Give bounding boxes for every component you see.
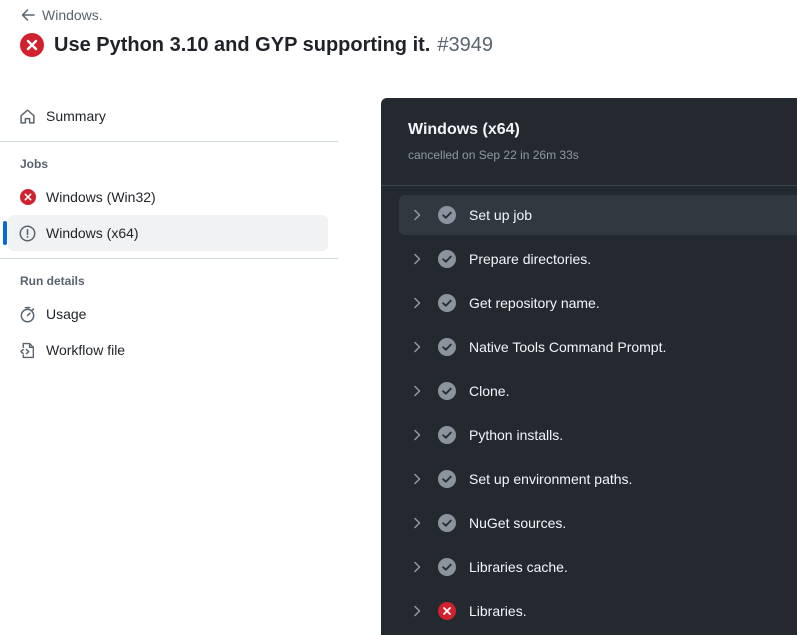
job-step[interactable]: Prepare directories. xyxy=(399,239,797,279)
job-step-label: Set up job xyxy=(469,207,533,223)
chevron-right-icon xyxy=(412,296,422,310)
run-number: #3949 xyxy=(437,33,493,56)
x-circle-icon xyxy=(19,189,36,206)
job-step-label: Prepare directories. xyxy=(469,251,592,267)
sidebar: Summary Jobs Windows (Win32) Windows (x6… xyxy=(0,98,338,368)
job-step[interactable]: Set up environment paths. xyxy=(399,459,797,499)
chevron-right-icon xyxy=(412,384,422,398)
run-details-heading: Run details xyxy=(20,274,85,288)
page-title: Use Python 3.10 and GYP supporting it. #… xyxy=(20,33,493,57)
x-circle-icon xyxy=(20,33,44,57)
job-step-label: Native Tools Command Prompt. xyxy=(469,339,667,355)
back-link-label: Windows. xyxy=(42,7,103,23)
chevron-right-icon xyxy=(412,340,422,354)
job-step-label: Libraries. xyxy=(469,603,527,619)
sidebar-item-label: Windows (Win32) xyxy=(46,189,156,205)
job-step[interactable]: NuGet sources. xyxy=(399,503,797,543)
job-step-label: Libraries cache. xyxy=(469,559,568,575)
jobs-heading: Jobs xyxy=(20,157,49,171)
x-circle-icon xyxy=(438,602,456,620)
check-circle-icon xyxy=(438,558,456,576)
arrow-left-icon xyxy=(21,9,35,21)
check-circle-icon xyxy=(438,382,456,400)
job-subtitle: cancelled on Sep 22 in 26m 33s xyxy=(408,148,579,162)
sidebar-item-job-win32[interactable]: Windows (Win32) xyxy=(8,179,328,215)
step-list: Set up job Prepare directories. Get reposi… xyxy=(381,186,797,631)
divider xyxy=(0,258,338,259)
job-log-panel: Windows (x64) cancelled on Sep 22 in 26m… xyxy=(381,98,797,635)
check-circle-icon xyxy=(438,338,456,356)
sidebar-item-job-x64[interactable]: Windows (x64) xyxy=(3,215,328,251)
job-step[interactable]: Get repository name. xyxy=(399,283,797,323)
check-circle-icon xyxy=(438,426,456,444)
check-circle-icon xyxy=(438,250,456,268)
sidebar-item-workflow-file[interactable]: Workflow file xyxy=(8,332,328,368)
stopwatch-icon xyxy=(19,306,36,323)
sidebar-item-label: Usage xyxy=(46,306,87,322)
chevron-right-icon xyxy=(412,208,422,222)
job-step-label: Clone. xyxy=(469,383,510,399)
job-step[interactable]: Libraries. xyxy=(399,591,797,631)
job-header: Windows (x64) cancelled on Sep 22 in 26m… xyxy=(381,98,797,186)
check-circle-icon xyxy=(438,514,456,532)
back-link[interactable]: Windows. xyxy=(20,5,103,25)
alert-circle-icon xyxy=(19,225,36,242)
run-title: Use Python 3.10 and GYP supporting it. xyxy=(54,33,431,56)
chevron-right-icon xyxy=(412,560,422,574)
home-icon xyxy=(19,108,36,125)
job-step-label: NuGet sources. xyxy=(469,515,567,531)
job-step[interactable]: Native Tools Command Prompt. xyxy=(399,327,797,367)
chevron-right-icon xyxy=(412,428,422,442)
job-step[interactable]: Libraries cache. xyxy=(399,547,797,587)
job-step[interactable]: Set up job xyxy=(399,195,797,235)
file-code-icon xyxy=(19,342,36,359)
divider xyxy=(0,141,338,142)
chevron-right-icon xyxy=(412,252,422,266)
sidebar-item-label: Summary xyxy=(46,108,106,124)
job-step-label: Set up environment paths. xyxy=(469,471,633,487)
chevron-right-icon xyxy=(412,604,422,618)
job-title: Windows (x64) xyxy=(408,121,520,138)
sidebar-item-label: Workflow file xyxy=(46,342,126,358)
sidebar-item-summary[interactable]: Summary xyxy=(8,98,328,134)
check-circle-icon xyxy=(438,470,456,488)
job-step-label: Get repository name. xyxy=(469,295,600,311)
check-circle-icon xyxy=(438,294,456,312)
sidebar-item-label: Windows (x64) xyxy=(46,225,139,241)
job-step-label: Python installs. xyxy=(469,427,564,443)
sidebar-item-usage[interactable]: Usage xyxy=(8,296,328,332)
job-step[interactable]: Clone. xyxy=(399,371,797,411)
check-circle-icon xyxy=(438,206,456,224)
chevron-right-icon xyxy=(412,472,422,486)
job-step[interactable]: Python installs. xyxy=(399,415,797,455)
chevron-right-icon xyxy=(412,516,422,530)
